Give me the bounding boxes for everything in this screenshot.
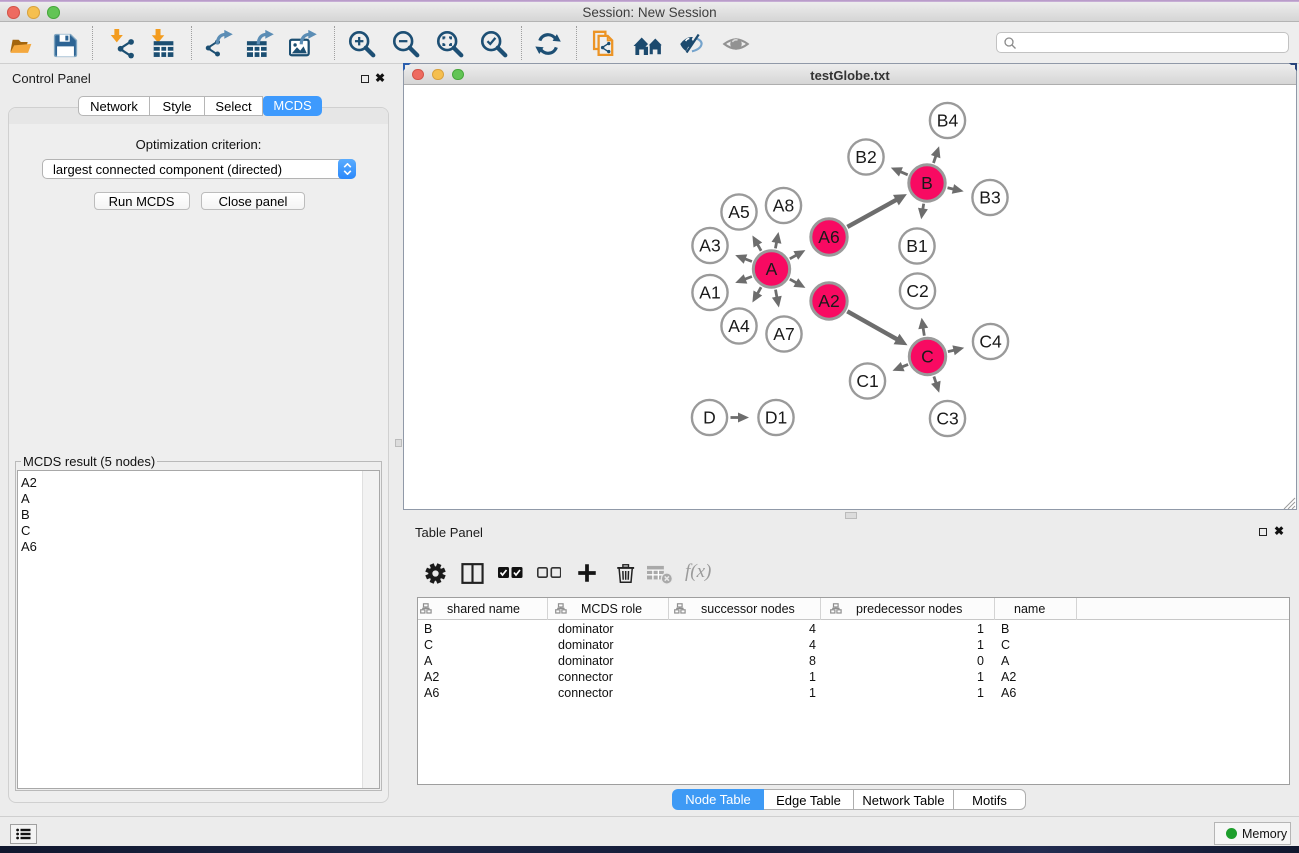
svg-text:A4: A4 bbox=[728, 316, 750, 336]
svg-text:A: A bbox=[766, 259, 778, 279]
svg-text:C1: C1 bbox=[856, 371, 878, 391]
svg-text:C: C bbox=[921, 347, 934, 367]
svg-text:C3: C3 bbox=[936, 409, 958, 429]
svg-text:C4: C4 bbox=[979, 332, 1002, 352]
svg-text:A6: A6 bbox=[818, 227, 839, 247]
svg-text:A5: A5 bbox=[728, 202, 749, 222]
svg-text:A7: A7 bbox=[773, 324, 794, 344]
svg-text:D1: D1 bbox=[765, 408, 787, 428]
svg-text:D: D bbox=[703, 408, 716, 428]
svg-text:A8: A8 bbox=[773, 196, 794, 216]
svg-text:B3: B3 bbox=[979, 188, 1000, 208]
svg-text:B4: B4 bbox=[937, 111, 959, 131]
svg-text:B1: B1 bbox=[906, 236, 927, 256]
svg-text:C2: C2 bbox=[906, 281, 928, 301]
svg-text:A2: A2 bbox=[818, 291, 839, 311]
svg-text:B: B bbox=[921, 173, 933, 193]
svg-text:A3: A3 bbox=[699, 236, 720, 256]
svg-text:A1: A1 bbox=[699, 283, 720, 303]
svg-text:B2: B2 bbox=[855, 147, 876, 167]
